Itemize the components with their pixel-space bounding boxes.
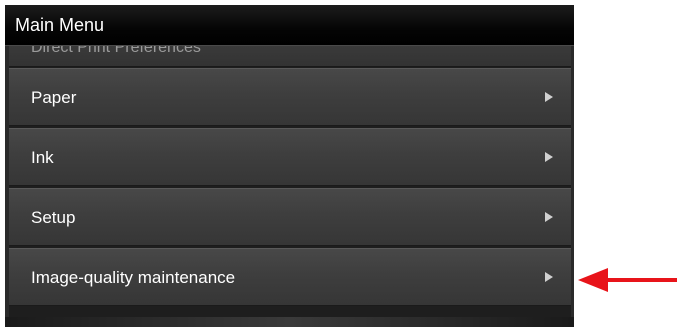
partially-hidden-menu-item-label: Direct Print Preferences [31, 46, 201, 56]
partially-hidden-menu-item[interactable]: Direct Print Preferences [9, 46, 571, 67]
menu-item-label: Image-quality maintenance [31, 268, 236, 287]
menu-item-label: Paper [31, 88, 77, 107]
red-arrow-icon [578, 268, 677, 292]
bottom-bar [5, 317, 574, 327]
chevron-right-icon [545, 152, 553, 162]
menu-item-label: Ink [31, 148, 54, 167]
menu-item-label: Setup [31, 208, 76, 227]
printer-front-panel: Main Menu Direct Print Preferences Paper… [5, 5, 574, 327]
menu-item-ink[interactable]: Ink [9, 128, 571, 186]
main-menu-list: Direct Print Preferences Paper Ink Setup… [9, 46, 571, 322]
menu-item-setup[interactable]: Setup [9, 188, 571, 246]
title-bar: Main Menu [5, 5, 574, 46]
chevron-right-icon [545, 272, 553, 282]
menu-item-paper[interactable]: Paper [9, 68, 571, 126]
chevron-right-icon [545, 92, 553, 102]
menu-item-image-quality-maintenance[interactable]: Image-quality maintenance [9, 248, 571, 306]
menu-title: Main Menu [15, 15, 105, 35]
chevron-right-icon [545, 212, 553, 222]
